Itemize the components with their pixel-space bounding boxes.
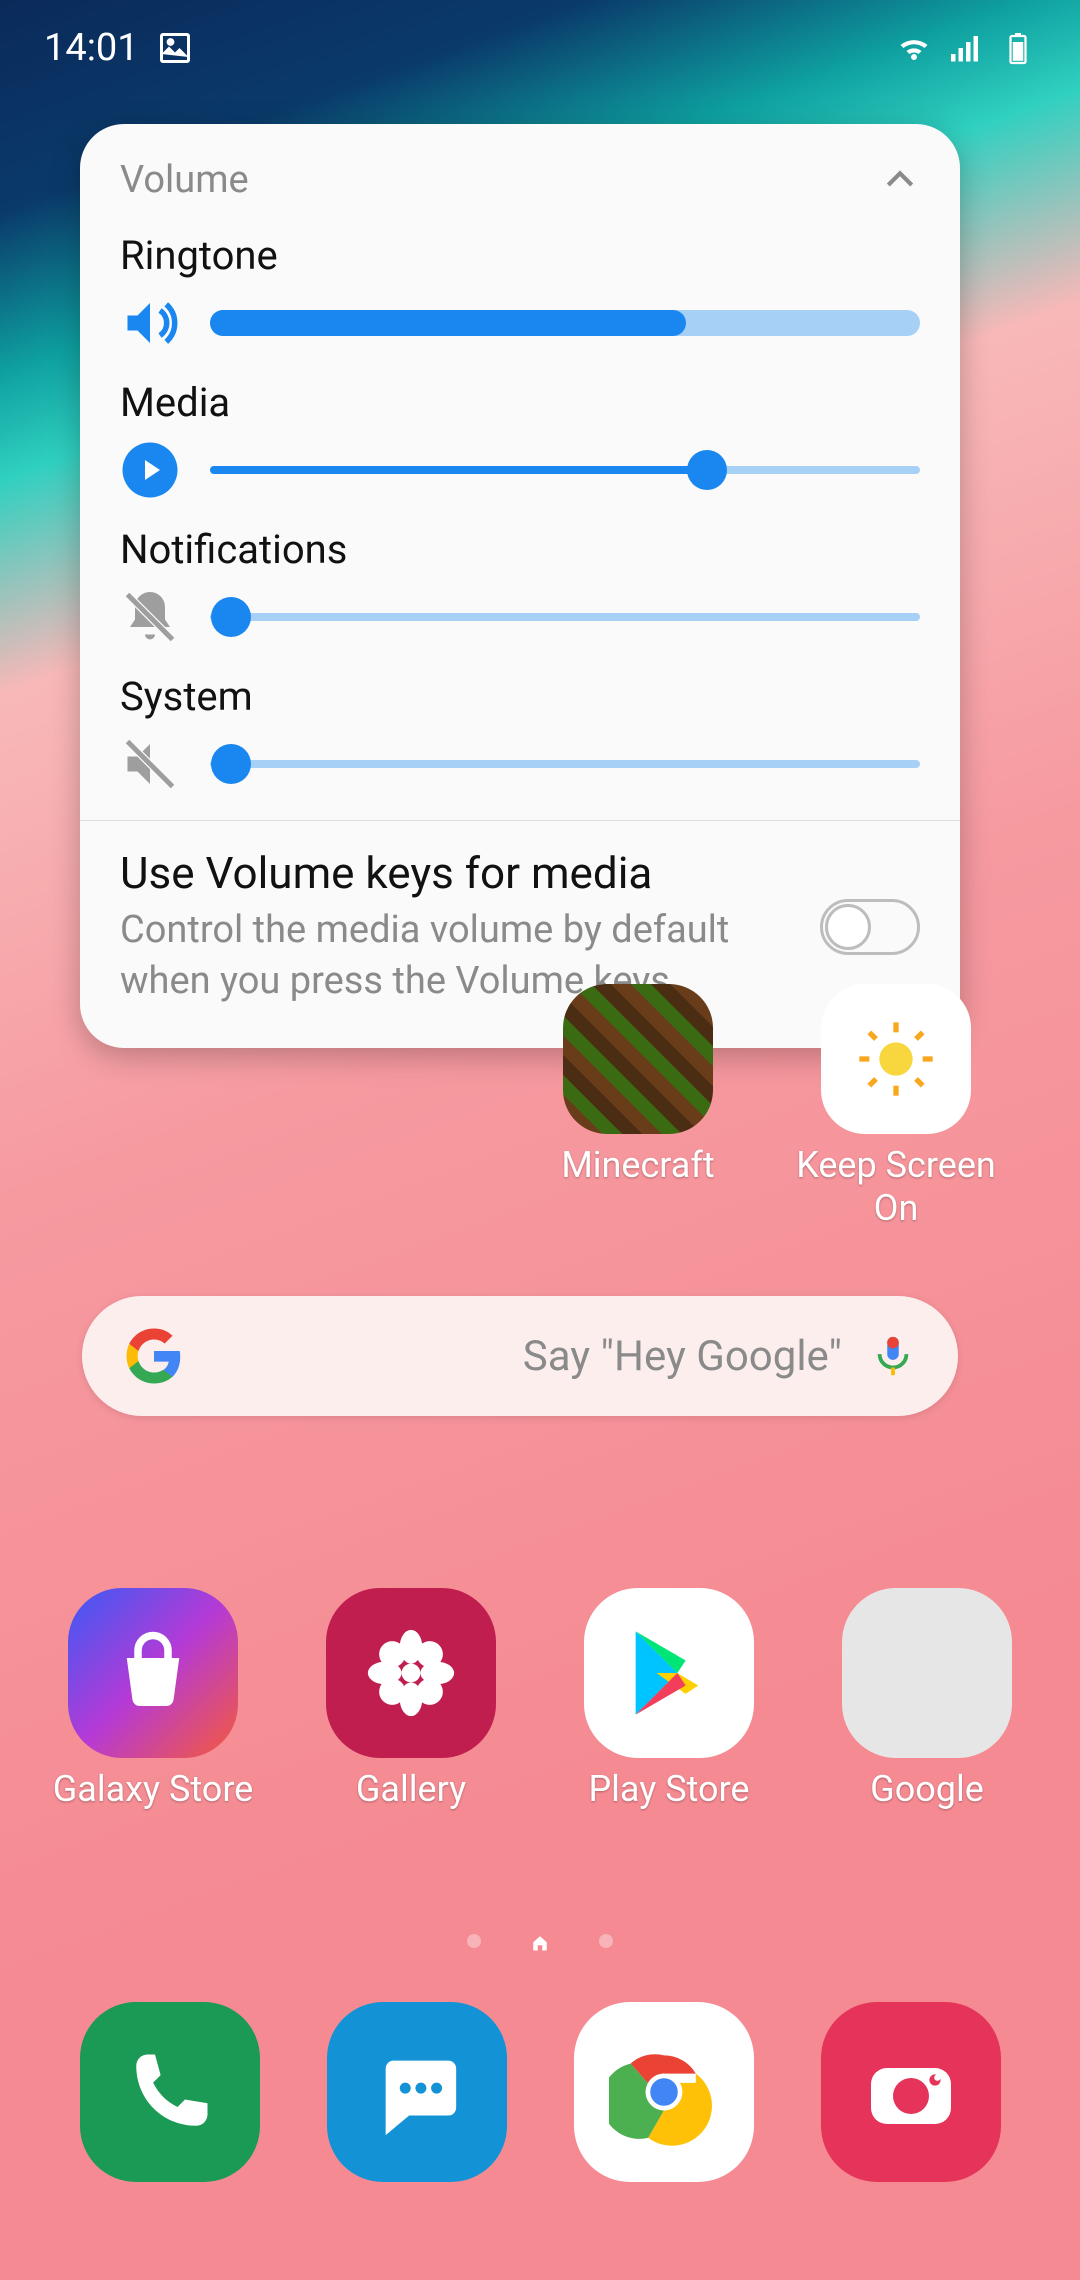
app-play-store[interactable]: Play Store	[549, 1588, 789, 1811]
wifi-icon	[896, 30, 932, 66]
app-gallery[interactable]: Gallery	[291, 1588, 531, 1811]
ringtone-row: Ringtone	[120, 232, 920, 353]
app-minecraft[interactable]: Minecraft	[518, 984, 758, 1187]
app-label: Play Store	[588, 1768, 749, 1811]
battery-icon	[1000, 30, 1036, 66]
app-label: Gallery	[356, 1768, 466, 1811]
collapse-icon[interactable]	[880, 160, 920, 200]
notifications-row: Notifications	[120, 526, 920, 647]
ringtone-label: Ringtone	[120, 232, 920, 279]
page-dot[interactable]	[467, 1934, 481, 1948]
google-logo-icon	[124, 1326, 184, 1386]
screenshot-icon	[157, 30, 193, 66]
media-keys-title: Use Volume keys for media	[120, 847, 800, 899]
notifications-label: Notifications	[120, 526, 920, 573]
page-dot[interactable]	[599, 1934, 613, 1948]
app-galaxy-store[interactable]: Galaxy Store	[33, 1588, 273, 1811]
mic-icon[interactable]	[870, 1333, 916, 1379]
dock-phone[interactable]	[80, 2002, 260, 2182]
page-dot-home[interactable]	[531, 1934, 549, 1952]
bell-off-icon	[120, 587, 180, 647]
dock-camera[interactable]	[821, 2002, 1001, 2182]
page-indicator[interactable]	[0, 1934, 1080, 1952]
search-placeholder: Say "Hey Google"	[184, 1332, 870, 1381]
speaker-icon	[120, 293, 180, 353]
folder-google[interactable]: Google	[807, 1588, 1047, 1811]
volume-panel: Volume Ringtone Media	[80, 124, 960, 1048]
ringtone-slider[interactable]	[210, 310, 920, 336]
app-label: Keep Screen On	[776, 1144, 1016, 1230]
status-time: 14:01	[44, 26, 139, 70]
media-slider[interactable]	[210, 466, 920, 474]
dock	[0, 2002, 1080, 2182]
app-label: Minecraft	[561, 1144, 714, 1187]
divider	[80, 820, 960, 821]
system-row: System	[120, 673, 920, 794]
google-search-bar[interactable]: Say "Hey Google"	[82, 1296, 958, 1416]
signal-icon	[948, 30, 984, 66]
system-slider[interactable]	[210, 760, 920, 768]
app-label: Galaxy Store	[53, 1768, 254, 1811]
app-row: Galaxy Store Gallery Play Store Google	[0, 1588, 1080, 1811]
status-bar: 14:01	[0, 0, 1080, 96]
media-row: Media	[120, 379, 920, 500]
media-keys-toggle[interactable]	[820, 899, 920, 955]
dock-chrome[interactable]	[574, 2002, 754, 2182]
notifications-slider[interactable]	[210, 613, 920, 621]
system-label: System	[120, 673, 920, 720]
media-label: Media	[120, 379, 920, 426]
app-label: Google	[870, 1768, 984, 1811]
app-keep-screen-on[interactable]: Keep Screen On	[776, 984, 1016, 1230]
system-mute-icon	[120, 734, 180, 794]
dock-messages[interactable]	[327, 2002, 507, 2182]
volume-panel-title: Volume	[120, 158, 249, 202]
play-circle-icon	[120, 440, 180, 500]
